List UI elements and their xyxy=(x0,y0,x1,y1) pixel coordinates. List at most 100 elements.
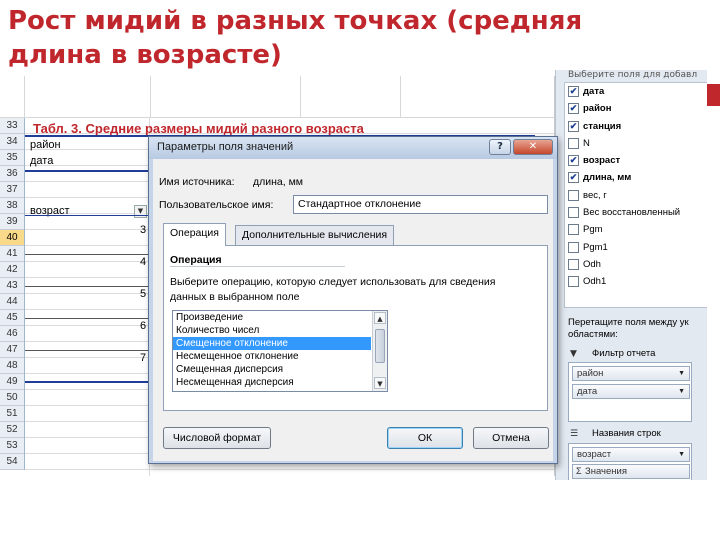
field-checklist: ✔ дата ✔ район ✔ станция N ✔ возраст ✔ длина, мм ве… xyxy=(564,82,707,308)
field-item[interactable]: Вес восстановленный xyxy=(565,204,707,221)
field-checkbox[interactable] xyxy=(568,207,579,219)
scroll-down-icon[interactable]: ▼ xyxy=(374,377,386,389)
row-header[interactable]: 50 xyxy=(0,390,24,406)
row-header[interactable]: 35 xyxy=(0,150,24,166)
row-rule xyxy=(25,254,150,255)
chevron-down-icon[interactable]: ▼ xyxy=(678,385,685,398)
ok-button[interactable]: ОК xyxy=(387,427,463,449)
operation-option[interactable]: Несмещенное отклонение xyxy=(173,350,371,363)
sigma-icon: Σ xyxy=(576,466,582,476)
field-checkbox[interactable] xyxy=(568,258,579,270)
row-header[interactable]: 44 xyxy=(0,294,24,310)
field-label: вес, г xyxy=(583,189,607,201)
row-rule xyxy=(25,286,150,287)
row-chip-age[interactable]: возраст ▼ xyxy=(572,447,690,462)
chevron-down-icon[interactable]: ▼ xyxy=(678,448,685,461)
tab-additional-calculations[interactable]: Дополнительные вычисления xyxy=(235,225,395,245)
cancel-button[interactable]: Отмена xyxy=(473,427,549,449)
field-label: дата xyxy=(583,86,605,97)
row-header[interactable]: 43 xyxy=(0,278,24,294)
row-header[interactable]: 45 xyxy=(0,310,24,326)
row-header[interactable]: 47 xyxy=(0,342,24,358)
scroll-up-icon[interactable]: ▲ xyxy=(374,312,386,324)
age-value: 3 xyxy=(140,224,147,236)
field-item[interactable]: ✔ станция xyxy=(565,118,707,135)
operation-option[interactable]: Произведение xyxy=(173,311,371,324)
chip-label: дата xyxy=(577,386,598,397)
field-checkbox[interactable]: ✔ xyxy=(568,86,579,97)
field-item[interactable]: ✔ длина, мм xyxy=(565,169,707,186)
field-item[interactable]: Pgm1 xyxy=(565,239,707,256)
age-value: 4 xyxy=(140,256,147,268)
row-header[interactable]: 37 xyxy=(0,182,24,198)
operation-listbox[interactable]: Произведение Количество чисел Смещенное от… xyxy=(172,310,388,392)
row-rule xyxy=(25,215,150,216)
value-field-settings-dialog: Параметры поля значений ? ✕ Имя источник… xyxy=(148,136,558,464)
close-button[interactable]: ✕ xyxy=(513,139,553,155)
chip-label: район xyxy=(577,368,604,379)
row-header[interactable]: 41 xyxy=(0,246,24,262)
field-item[interactable]: ✔ дата xyxy=(565,83,707,100)
number-format-button[interactable]: Числовой формат xyxy=(163,427,271,449)
row-field-dropdown-icon[interactable]: ▼ xyxy=(134,205,147,218)
field-checkbox[interactable]: ✔ xyxy=(568,172,579,184)
operation-option[interactable]: Несмещенная дисперсия xyxy=(173,376,371,389)
field-checkbox[interactable] xyxy=(568,276,579,288)
row-header[interactable]: 39 xyxy=(0,214,24,230)
field-checkbox[interactable]: ✔ xyxy=(568,103,579,115)
pivot-field-list: Выберите поля для добавл ✔ дата ✔ район ✔ ста… xyxy=(555,70,707,480)
filter-chip-region[interactable]: район ▼ xyxy=(572,366,690,381)
row-labels-icon: ☰ xyxy=(570,429,579,439)
filter-cell-region[interactable]: район xyxy=(30,138,61,153)
row-header[interactable]: 33 xyxy=(0,118,24,134)
help-button[interactable]: ? xyxy=(489,139,511,155)
slide-title: Рост мидий в разных точках (средняя длин… xyxy=(8,6,583,70)
operation-option[interactable]: Смещенное отклонение xyxy=(173,337,371,350)
field-checkbox[interactable]: ✔ xyxy=(568,155,579,167)
accent-bar xyxy=(707,84,720,106)
filter-chip-date[interactable]: дата ▼ xyxy=(572,384,690,399)
row-header[interactable]: 40 xyxy=(0,230,24,246)
age-value: 6 xyxy=(140,320,147,332)
field-item[interactable]: вес, г xyxy=(565,187,707,204)
row-header[interactable]: 42 xyxy=(0,262,24,278)
row-header[interactable]: 34 xyxy=(0,134,24,150)
custom-name-input[interactable]: Стандартное отклонение xyxy=(293,195,548,214)
source-name-label: Имя источника: xyxy=(159,176,235,188)
row-header[interactable]: 51 xyxy=(0,406,24,422)
row-header[interactable]: 52 xyxy=(0,422,24,438)
row-header[interactable]: 38 xyxy=(0,198,24,214)
field-checkbox[interactable] xyxy=(568,189,579,201)
chevron-down-icon[interactable]: ▼ xyxy=(678,367,685,380)
field-checkbox[interactable]: ✔ xyxy=(568,120,579,132)
row-header[interactable]: 48 xyxy=(0,358,24,374)
field-checkbox[interactable] xyxy=(568,137,579,149)
row-header[interactable]: 54 xyxy=(0,454,24,470)
row-field-cell[interactable]: возраст xyxy=(30,204,70,219)
field-checkbox[interactable] xyxy=(568,224,579,236)
listbox-scrollbar[interactable]: ▲ ▼ xyxy=(372,311,387,391)
row-header[interactable]: 49 xyxy=(0,374,24,390)
scroll-thumb[interactable] xyxy=(375,329,385,363)
dialog-body: Имя источника: длина, мм Пользовательско… xyxy=(153,159,553,461)
field-item[interactable]: Pgm xyxy=(565,221,707,238)
tab-operation[interactable]: Операция xyxy=(163,223,226,246)
operation-option[interactable]: Смещенная дисперсия xyxy=(173,363,371,376)
row-header[interactable]: 46 xyxy=(0,326,24,342)
field-item[interactable]: ✔ район xyxy=(565,100,707,117)
row-header[interactable]: 36 xyxy=(0,166,24,182)
operation-option[interactable]: Количество чисел xyxy=(173,324,371,337)
table-title: Табл. 3. Средние размеры мидий разного в… xyxy=(33,121,364,136)
field-item[interactable]: Odh1 xyxy=(565,273,707,290)
field-label: Odh xyxy=(583,258,601,270)
field-item[interactable]: Odh xyxy=(565,256,707,273)
row-labels-area: возраст ▼ Σ Значения xyxy=(568,443,692,480)
filter-cell-date[interactable]: дата xyxy=(30,154,53,169)
row-chip-values[interactable]: Σ Значения xyxy=(572,464,690,479)
field-item[interactable]: N xyxy=(565,135,707,152)
field-item[interactable]: ✔ возраст xyxy=(565,152,707,169)
row-header[interactable]: 53 xyxy=(0,438,24,454)
drag-hint-line: Перетащите поля между ук xyxy=(568,317,689,328)
field-checkbox[interactable] xyxy=(568,241,579,253)
dialog-titlebar[interactable]: Параметры поля значений ? ✕ xyxy=(149,137,557,159)
